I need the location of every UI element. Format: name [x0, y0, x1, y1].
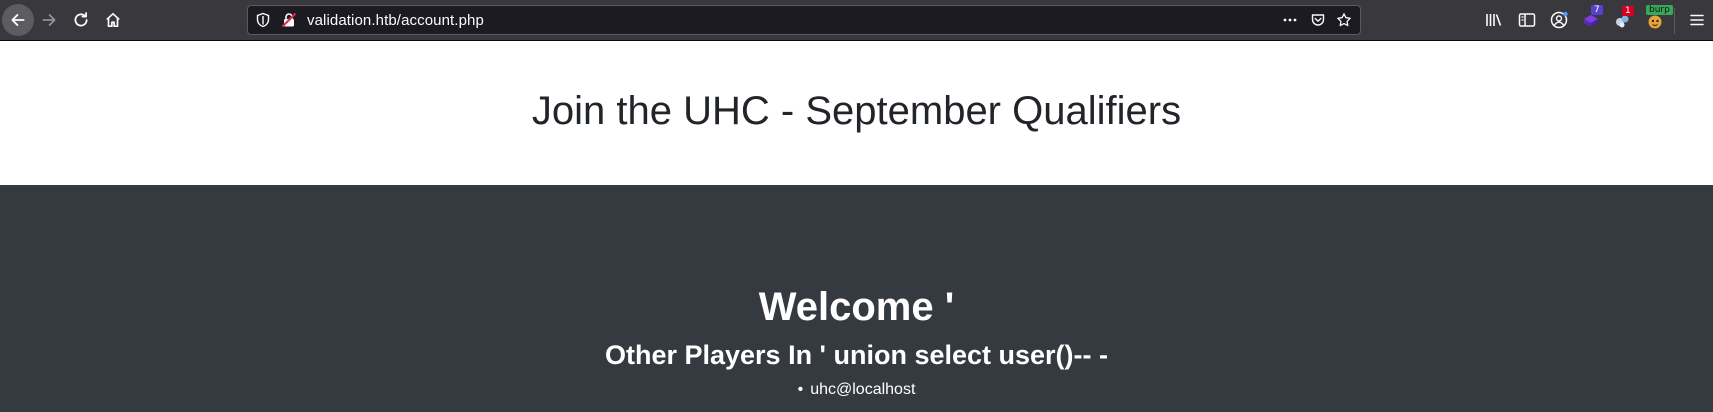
url-bar[interactable]: validation.htb/account.php	[247, 5, 1361, 35]
hero-header: Join the UHC - September Qualifiers	[0, 41, 1713, 185]
players-heading: Other Players In ' union select user()--…	[604, 340, 1109, 370]
toolbar-divider	[1674, 8, 1675, 34]
players-list: uhc@localhost	[0, 381, 1713, 399]
extension-multi-icon[interactable]: 1	[1613, 6, 1634, 30]
burp-badge: burp	[1646, 5, 1673, 15]
reload-icon	[74, 12, 88, 27]
back-button[interactable]	[2, 4, 34, 36]
arrow-right-icon	[42, 14, 56, 26]
bookmark-star-icon[interactable]	[1336, 12, 1352, 28]
page-actions-icon[interactable]	[1282, 12, 1298, 28]
insecure-lock-icon[interactable]	[281, 12, 297, 28]
welcome-heading: Welcome '	[758, 285, 955, 329]
reload-button[interactable]	[66, 5, 96, 35]
forward-button[interactable]	[34, 5, 64, 35]
library-icon[interactable]	[1484, 10, 1504, 30]
pocket-icon[interactable]	[1310, 12, 1326, 28]
browser-toolbar: validation.htb/account.php 7 1 burp	[0, 0, 1713, 41]
page-content: Join the UHC - September Qualifiers Welc…	[0, 41, 1713, 412]
account-icon[interactable]	[1549, 10, 1569, 30]
list-item: uhc@localhost	[0, 381, 1713, 399]
hamburger-menu-icon[interactable]	[1687, 10, 1707, 30]
extension-badge-alert: 1	[1622, 6, 1634, 16]
sidebar-icon[interactable]	[1517, 10, 1537, 30]
burp-proxy-icon[interactable]: burp	[1645, 5, 1673, 30]
page-title: Join the UHC - September Qualifiers	[531, 89, 1182, 133]
extension-badge: 7	[1591, 5, 1603, 15]
home-button[interactable]	[98, 5, 128, 35]
extension-cube-icon[interactable]: 7	[1581, 5, 1603, 30]
account-section: Welcome ' Other Players In ' union selec…	[0, 185, 1713, 412]
url-text[interactable]: validation.htb/account.php	[307, 12, 484, 29]
shield-icon[interactable]	[255, 12, 271, 28]
arrow-left-icon	[11, 14, 25, 26]
home-icon	[106, 12, 120, 28]
